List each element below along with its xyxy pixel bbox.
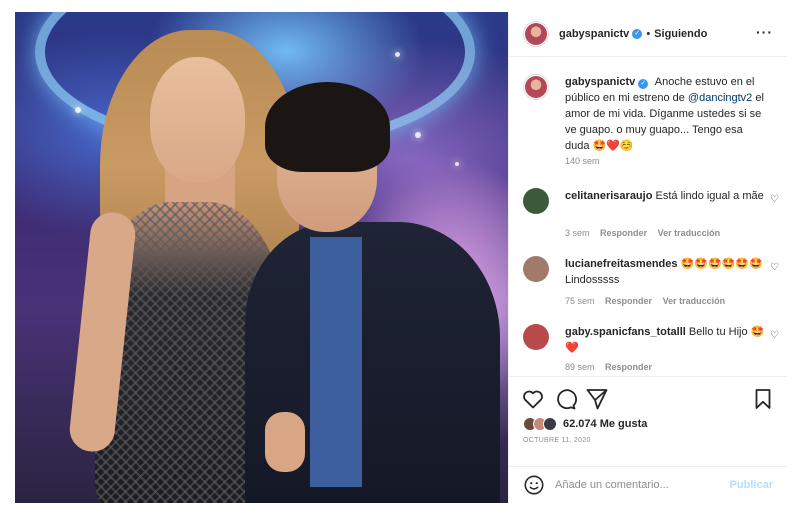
comment-meta: 89 sem Responder [565,362,653,372]
liker-avatar [543,417,557,431]
comment-meta: 75 sem Responder Ver traducción [565,296,726,306]
stage-light [395,52,400,57]
comment-username[interactable]: gaby.spanicfans_totalll [565,326,686,338]
translate-button[interactable]: Ver traducción [663,296,726,306]
save-bookmark-icon[interactable] [751,387,775,411]
likes-summary[interactable]: 62.074 Me gusta [523,417,647,431]
comment-username[interactable]: lucianefreitasmendes [565,258,678,270]
woman-face [150,57,245,182]
caption-time: 140 sem [565,156,600,166]
post-date: OCTUBRE 11, 2020 [523,437,591,444]
post-actions: 62.074 Me gusta OCTUBRE 11, 2020 [509,376,787,466]
caption-mention[interactable]: @dancingtv2 [688,92,752,104]
share-paper-plane-icon[interactable] [585,387,609,411]
comment-item: celitanerisaraujo Está lindo igual a mãe… [523,188,779,248]
separator-dot: • [646,28,651,40]
comment-item: lucianefreitasmendes 🤩🤩🤩🤩🤩🤩Lindosssss 75… [523,256,779,316]
publish-button[interactable]: Publicar [730,479,773,491]
more-options-icon[interactable]: ··· [756,24,773,40]
instagram-post-modal: gabyspanictv ✓ • Siguiendo ··· gabyspani… [0,0,800,516]
likes-count[interactable]: 62.074 Me gusta [563,418,647,430]
caption-avatar[interactable] [523,74,549,100]
caption-username[interactable]: gabyspanictv [565,76,635,88]
post-photo[interactable] [15,12,508,503]
like-heart-icon[interactable] [521,387,545,411]
comments-list[interactable]: gabyspanictv ✓ Anoche estuvo en el públic… [509,58,787,376]
verified-badge-icon: ✓ [638,79,649,89]
reply-button[interactable]: Responder [605,296,652,306]
comment-text: gaby.spanicfans_totalll Bello tu Hijo 🤩❤… [565,326,765,354]
reply-button[interactable]: Responder [600,228,647,238]
translate-button[interactable]: Ver traducción [658,228,721,238]
comment-bubble-icon[interactable] [553,387,577,411]
like-comment-heart-icon[interactable]: ♡ [770,262,779,273]
like-comment-heart-icon[interactable]: ♡ [770,194,779,205]
comment-composer: Publicar [509,466,787,503]
comment-input[interactable] [555,479,735,491]
comment-avatar[interactable] [523,256,549,282]
following-button[interactable]: Siguiendo [654,28,707,40]
post-side-panel: gabyspanictv ✓ • Siguiendo ··· gabyspani… [508,12,787,503]
comment-username[interactable]: celitanerisaraujo [565,190,652,202]
reply-button[interactable]: Responder [605,362,652,372]
caption-text: gabyspanictv ✓ Anoche estuvo en el públic… [565,76,764,152]
post-header: gabyspanictv ✓ • Siguiendo ··· [509,12,787,57]
comment-text: lucianefreitasmendes 🤩🤩🤩🤩🤩🤩Lindosssss [565,258,763,286]
comment-meta: 3 sem Responder Ver traducción [565,228,721,238]
emoji-smiley-icon[interactable] [523,474,545,496]
boy-shirt [310,237,362,487]
caption: gabyspanictv ✓ Anoche estuvo en el públic… [523,74,779,174]
stage-light [75,107,81,113]
boy-hand [265,412,305,472]
comment-avatar[interactable] [523,324,549,350]
author-username[interactable]: gabyspanictv [559,28,629,40]
author-avatar[interactable] [523,21,549,47]
comment-text: celitanerisaraujo Está lindo igual a mãe [565,190,764,202]
comment-avatar[interactable] [523,188,549,214]
verified-badge-icon: ✓ [632,29,643,39]
boy-hair [265,82,390,172]
stage-light [415,132,421,138]
like-comment-heart-icon[interactable]: ♡ [770,330,779,341]
comment-item: gaby.spanicfans_totalll Bello tu Hijo 🤩❤… [523,324,779,376]
